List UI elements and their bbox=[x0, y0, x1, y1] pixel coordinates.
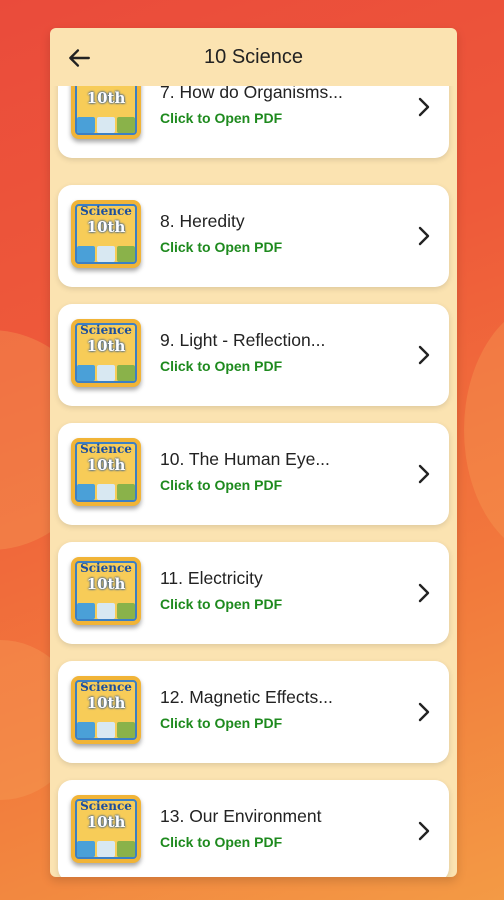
book-cover-thumbnail: Science 10th bbox=[71, 438, 141, 506]
cover-grade: 10th bbox=[86, 218, 126, 236]
chapter-card[interactable]: Science 10th 12. Magnetic Effects... Cli… bbox=[58, 661, 449, 763]
chapter-card[interactable]: Science 10th 9. Light - Reflection... Cl… bbox=[58, 304, 449, 406]
open-pdf-link[interactable]: Click to Open PDF bbox=[160, 715, 282, 731]
chapter-title: 12. Magnetic Effects... bbox=[160, 687, 333, 707]
cover-grade: 10th bbox=[86, 89, 126, 107]
book-cover-thumbnail: Science 10th bbox=[71, 319, 141, 387]
open-pdf-link[interactable]: Click to Open PDF bbox=[160, 477, 282, 493]
open-pdf-link[interactable]: Click to Open PDF bbox=[160, 358, 282, 374]
chapter-card[interactable]: Science 10th 7. How do Organisms... Clic… bbox=[58, 86, 449, 158]
chevron-right-icon[interactable] bbox=[415, 96, 433, 118]
cover-grade: 10th bbox=[86, 813, 126, 831]
chapter-list[interactable]: Science 10th 7. How do Organisms... Clic… bbox=[50, 86, 457, 877]
cover-title: Science bbox=[80, 799, 132, 813]
cover-title: Science bbox=[80, 561, 132, 575]
book-cover-thumbnail: Science 10th bbox=[71, 676, 141, 744]
chapter-title: 8. Heredity bbox=[160, 211, 245, 231]
cover-title: Science bbox=[80, 204, 132, 218]
open-pdf-link[interactable]: Click to Open PDF bbox=[160, 834, 282, 850]
chevron-right-icon[interactable] bbox=[415, 463, 433, 485]
chapter-panel: 10 Science Science 10th 7. How do Organi… bbox=[50, 28, 457, 877]
chevron-right-icon[interactable] bbox=[415, 582, 433, 604]
cover-title: Science bbox=[80, 442, 132, 456]
cover-grade: 10th bbox=[86, 575, 126, 593]
cover-grade: 10th bbox=[86, 694, 126, 712]
cover-grade: 10th bbox=[86, 337, 126, 355]
cover-title: Science bbox=[80, 323, 132, 337]
chapter-title: 10. The Human Eye... bbox=[160, 449, 330, 469]
chapter-title: 9. Light - Reflection... bbox=[160, 330, 326, 350]
chapter-title: 11. Electricity bbox=[160, 568, 263, 588]
chapter-title: 13. Our Environment bbox=[160, 806, 322, 826]
chevron-right-icon[interactable] bbox=[415, 820, 433, 842]
book-cover-thumbnail: Science 10th bbox=[71, 200, 141, 268]
cover-grade: 10th bbox=[86, 456, 126, 474]
arrow-left-icon[interactable] bbox=[66, 45, 92, 71]
page-title: 10 Science bbox=[204, 45, 303, 68]
chapter-card[interactable]: Science 10th 11. Electricity Click to Op… bbox=[58, 542, 449, 644]
book-cover-thumbnail: Science 10th bbox=[71, 795, 141, 863]
open-pdf-link[interactable]: Click to Open PDF bbox=[160, 110, 282, 126]
cover-title: Science bbox=[80, 680, 132, 694]
book-cover-thumbnail: Science 10th bbox=[71, 557, 141, 625]
chapter-card[interactable]: Science 10th 10. The Human Eye... Click … bbox=[58, 423, 449, 525]
chevron-right-icon[interactable] bbox=[415, 701, 433, 723]
background-blob bbox=[464, 300, 504, 560]
app-header: 10 Science bbox=[50, 28, 457, 86]
chapter-title: 7. How do Organisms... bbox=[160, 86, 343, 102]
open-pdf-link[interactable]: Click to Open PDF bbox=[160, 596, 282, 612]
chapter-card[interactable]: Science 10th 13. Our Environment Click t… bbox=[58, 780, 449, 877]
open-pdf-link[interactable]: Click to Open PDF bbox=[160, 239, 282, 255]
chevron-right-icon[interactable] bbox=[415, 344, 433, 366]
book-cover-thumbnail: Science 10th bbox=[71, 86, 141, 139]
chevron-right-icon[interactable] bbox=[415, 225, 433, 247]
chapter-card[interactable]: Science 10th 8. Heredity Click to Open P… bbox=[58, 185, 449, 287]
